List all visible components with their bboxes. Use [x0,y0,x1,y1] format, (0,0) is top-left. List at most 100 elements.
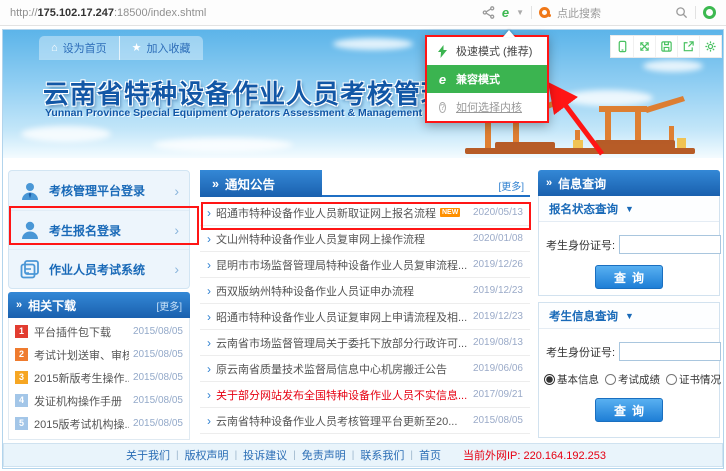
footer-link-contact[interactable]: 联系我们 [354,447,410,463]
notice-title: 云南省特种设备作业人员考核管理平台更新至20... [216,413,457,429]
radio-input[interactable] [666,374,677,385]
login-label: 作业人员考试系统 [49,261,166,278]
notice-item[interactable]: › 云南省市场监督管理局关于委托下放部分行政许可... 2019/08/13 [200,330,530,356]
url-text[interactable]: http://175.102.17.247:18500/index.shtml [10,7,206,19]
exam-card-icon [19,258,41,280]
radio-label: 基本信息 [557,372,599,387]
radio-cert-status[interactable]: 证书情况 [666,372,721,387]
set-home-link[interactable]: ⌂ 设为首页 [39,36,119,60]
chevron-right-icon: › [207,414,211,428]
status-id-input[interactable] [619,235,721,254]
add-favorite-link[interactable]: ★ 加入收藏 [119,36,203,60]
footer-link-copyright[interactable]: 版权声明 [179,447,235,463]
notice-item-alert[interactable]: › 关于部分网站发布全国特种设备作业人员不实信息... 2017/09/21 [200,382,530,408]
download-title: 考试计划送审、审核 ... [34,347,129,363]
downloads-header: » 相关下载 [更多] [8,292,190,318]
star-icon: ★ [132,43,142,54]
download-item[interactable]: 5 2015版考试机构操... 2015/08/05 [9,412,189,435]
info-query-button[interactable]: 查询 [595,398,663,422]
notice-date: 2015/08/05 [467,415,523,426]
menu-item-speed-mode[interactable]: 极速模式 (推荐) [427,37,547,65]
footer: 关于我们| 版权声明| 投诉建议| 免责声明| 联系我们| 首页 当前外网IP:… [3,443,723,467]
footer-link-about[interactable]: 关于我们 [120,447,176,463]
signup-status-query-panel: 报名状态查询 ▼ 考生身份证号: 查询 [538,196,720,296]
id-field-row: 考生身份证号: [539,222,719,254]
footer-link-feedback[interactable]: 投诉建议 [237,447,293,463]
download-item[interactable]: 4 发证机构操作手册 2015/08/05 [9,389,189,412]
radio-exam-score[interactable]: 考试成绩 [605,372,660,387]
chevron-right-icon: › [207,232,211,246]
chevron-right-icon: › [207,284,211,298]
notice-date: 2019/12/23 [467,311,523,322]
double-chevron-icon: » [16,299,22,311]
login-item-candidate-signup[interactable]: 考生报名登录 › [9,210,189,249]
chevron-right-icon: › [174,184,179,198]
status-query-button[interactable]: 查询 [595,265,663,289]
double-chevron-icon: » [212,177,219,191]
chevron-right-icon: › [207,336,211,350]
tab-notices[interactable]: » 通知公告 [200,170,322,197]
info-id-input[interactable] [619,342,721,361]
search-icon[interactable] [675,6,688,19]
notice-item[interactable]: › 昭通市特种设备作业人员新取证网上报名流程 NEW 2020/05/13 [200,200,530,226]
notices-more-link[interactable]: [更多] [498,178,524,193]
notice-item[interactable]: › 云南省特种设备作业人员考核管理平台更新至20... 2015/08/05 [200,408,530,434]
notice-item[interactable]: › 原云南省质量技术监督局信息中心机房搬迁公告 2019/06/06 [200,356,530,382]
query-title: 信息查询 [558,175,606,192]
radio-input[interactable] [605,374,616,385]
radio-input[interactable] [544,374,555,385]
menu-caret [503,30,515,37]
omnibox-search-placeholder[interactable]: 点此搜索 [557,5,601,21]
signup-status-label: 报名状态查询 [549,201,618,217]
notice-item[interactable]: › 西双版纳州特种设备作业人员证申办流程 2019/12/23 [200,278,530,304]
notice-date: 2019/12/26 [467,259,523,270]
menu-item-compat-mode[interactable]: e 兼容模式 [427,65,547,93]
cloud-decoration [333,38,413,50]
radio-basic-info[interactable]: 基本信息 [544,372,599,387]
notice-item[interactable]: › 昆明市市场监督管理局特种设备作业人员复审流程... 2019/12/26 [200,252,530,278]
menu-item-kernel-help[interactable]: ? 如何选择内核 [427,93,547,121]
fullscreen-button[interactable] [633,36,655,57]
notice-title: 云南省市场监督管理局关于委托下放部分行政许可... [216,335,467,351]
downloads-title: 相关下载 [28,297,76,314]
site-subtitle: Yunnan Province Special Equipment Operat… [45,107,468,119]
downloads-more-link[interactable]: [更多] [156,298,182,313]
download-date: 2015/08/05 [133,326,183,337]
save-snapshot-button[interactable] [655,36,677,57]
notice-title: 西双版纳州特种设备作业人员证申办流程 [216,283,414,299]
browser-address-bar: http://175.102.17.247:18500/index.shtml … [0,0,726,26]
download-date: 2015/08/05 [133,418,183,429]
login-item-exam-system[interactable]: 作业人员考试系统 › [9,249,189,288]
question-icon: ? [436,101,449,113]
login-item-admin-platform[interactable]: 考核管理平台登录 › [9,171,189,210]
share-page-button[interactable] [677,36,699,57]
download-item[interactable]: 3 2015新版考生操作... 2015/08/05 [9,366,189,389]
add-favorite-label: 加入收藏 [147,40,191,56]
double-chevron-icon: » [546,177,552,189]
divider [695,6,696,19]
candidate-user-icon [19,219,41,241]
login-label: 考核管理平台登录 [49,182,166,199]
share-icon[interactable] [482,6,495,19]
search-engine-logo-icon[interactable] [539,7,550,18]
notice-date: 2019/06/06 [467,363,523,374]
settings-gear-icon[interactable] [699,36,721,57]
notice-date: 2019/12/23 [467,285,523,296]
signup-status-section-header[interactable]: 报名状态查询 ▼ [539,196,719,222]
browser-page-toolbar [610,35,722,58]
download-item[interactable]: 2 考试计划送审、审核 ... 2015/08/05 [9,343,189,366]
notice-item[interactable]: › 文山州特种设备作业人员复审网上操作流程 2020/01/08 [200,226,530,252]
id-label: 考生身份证号: [546,237,615,253]
home-icon: ⌂ [51,43,58,54]
browser-kernel-icon[interactable]: e [502,6,509,19]
footer-link-disclaimer[interactable]: 免责声明 [296,447,352,463]
kernel-dropdown-chevron-icon[interactable]: ▼ [516,8,524,17]
candidate-info-section-header[interactable]: 考生信息查询 ▼ [539,303,719,329]
info-type-radio-group: 基本信息 考试成绩 证书情况 [539,361,719,387]
mobile-view-button[interactable] [611,36,633,57]
download-item[interactable]: 1 平台插件包下载 2015/08/05 [9,320,189,343]
browser-logo-icon[interactable] [703,6,716,19]
notice-item[interactable]: › 昭通市特种设备作业人员证复审网上申请流程及相... 2019/12/23 [200,304,530,330]
footer-link-home[interactable]: 首页 [413,447,447,463]
notices-header: » 通知公告 [更多] [200,170,530,197]
